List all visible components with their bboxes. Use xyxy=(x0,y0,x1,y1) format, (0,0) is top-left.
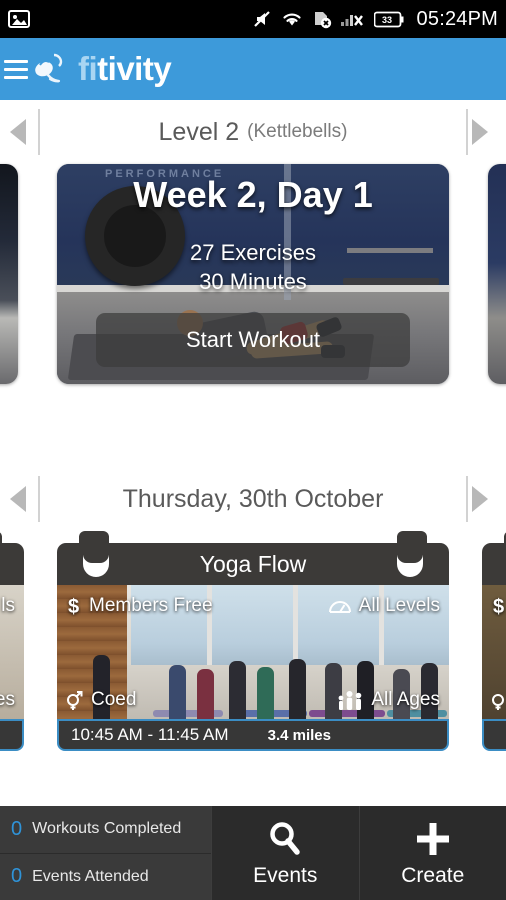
status-bar: 33 05:24PM xyxy=(0,0,506,38)
event-gender-row: Coed xyxy=(66,689,136,711)
events-date-title: Thursday, 30th October xyxy=(122,484,384,513)
workout-card-current[interactable]: PERFORMANCE Week 2, Day 1 27 Exercises 3… xyxy=(57,164,449,384)
events-prev-arrow-icon[interactable] xyxy=(10,486,34,512)
header-divider-right xyxy=(466,109,468,155)
brand-prefix: fi xyxy=(78,50,98,87)
event-gender: Coed xyxy=(91,689,137,710)
hanger-notch-right-icon xyxy=(397,555,423,577)
brand-logo-text: fitivity xyxy=(78,50,172,88)
event-card-next[interactable]: $ xyxy=(482,531,506,751)
status-bar-right: 33 05:24PM xyxy=(252,8,498,31)
workouts-completed-count: 0 xyxy=(11,817,23,840)
app-bar: fitivity xyxy=(0,38,506,100)
workout-details: 27 Exercises 30 Minutes xyxy=(57,238,449,296)
plus-icon xyxy=(416,822,449,855)
status-bar-left xyxy=(8,9,30,29)
event-level-row: All Levels xyxy=(328,595,440,617)
start-workout-button[interactable]: Start Workout xyxy=(96,313,410,367)
event-card-footer: 10:45 AM - 11:45 AM 3.4 miles xyxy=(57,719,449,751)
svg-text:$: $ xyxy=(68,596,79,617)
battery-icon: 33 xyxy=(373,11,404,27)
workout-carousel: PERFORMANCE Week 2, Day 1 27 Exercises 3… xyxy=(0,164,506,389)
events-divider-left xyxy=(38,476,40,522)
nav-events-label: Events xyxy=(253,863,318,887)
workout-level-title: Level 2 xyxy=(158,117,240,146)
workout-exercise-count: 27 Exercises xyxy=(190,240,316,265)
event-distance: 3.4 miles xyxy=(267,726,331,744)
nav-button-create[interactable]: Create xyxy=(358,806,506,900)
kettlebell-logo-icon xyxy=(35,53,63,83)
event-card-header: Yoga Flow xyxy=(57,543,449,585)
bottom-navigation-bar: 0 Workouts Completed 0 Events Attended E… xyxy=(0,806,506,900)
event-price-row: $ Members Free xyxy=(66,595,213,617)
svg-text:$: $ xyxy=(493,596,504,617)
event-card-current[interactable]: Yoga Flow $ Members Free All Levels Coed… xyxy=(57,531,449,751)
coed-gender-icon xyxy=(492,694,504,710)
workout-duration: 30 Minutes xyxy=(199,269,307,294)
workout-card-next[interactable] xyxy=(488,164,506,384)
coed-gender-icon xyxy=(67,691,83,710)
workouts-completed-label: Workouts Completed xyxy=(32,820,182,838)
event-ages-row: All Ages xyxy=(336,689,440,711)
nav-button-events[interactable]: Events xyxy=(211,806,359,900)
gauge-icon xyxy=(328,601,351,613)
events-carousel: ls es Yoga Flow $ Members Free All Level… xyxy=(0,531,506,771)
dollar-icon: $ xyxy=(68,596,79,617)
signal-off-icon xyxy=(340,15,363,26)
search-icon xyxy=(270,821,300,855)
events-attended-count: 0 xyxy=(11,865,23,888)
workout-title: Week 2, Day 1 xyxy=(133,174,373,215)
event-title: Yoga Flow xyxy=(199,550,307,577)
status-bar-clock: 05:24PM xyxy=(416,7,498,30)
wifi-icon xyxy=(282,13,301,26)
stat-events-attended[interactable]: 0 Events Attended xyxy=(0,853,211,900)
battery-level-text: 33 xyxy=(382,15,392,25)
events-carousel-header: Thursday, 30th October xyxy=(0,467,506,531)
peek-right-gender-icon xyxy=(491,689,506,711)
event-level: All Levels xyxy=(358,595,440,616)
peek-left-level: ls xyxy=(1,595,15,616)
workout-prev-arrow-icon[interactable] xyxy=(10,119,34,145)
dollar-icon: $ xyxy=(493,596,504,617)
header-divider-left xyxy=(38,109,40,155)
event-price: Members Free xyxy=(89,595,213,616)
sim-card-off-icon xyxy=(314,12,331,29)
family-group-icon xyxy=(338,690,362,710)
event-card-previous[interactable]: ls es xyxy=(0,531,24,751)
nav-create-label: Create xyxy=(401,863,465,887)
hanger-notch-left-icon xyxy=(83,555,109,577)
peek-left-ages: es xyxy=(0,689,15,710)
brand-suffix: tivity xyxy=(97,50,172,87)
events-attended-label: Events Attended xyxy=(32,867,149,885)
peek-right-price-icon: $ xyxy=(491,595,506,617)
stat-workouts-completed[interactable]: 0 Workouts Completed xyxy=(0,806,211,854)
workout-card-overlay: Week 2, Day 1 27 Exercises 30 Minutes St… xyxy=(57,164,449,384)
events-next-arrow-icon[interactable] xyxy=(472,486,496,512)
image-icon xyxy=(8,10,30,28)
workout-card-previous[interactable] xyxy=(0,164,18,384)
event-ages: All Ages xyxy=(371,689,440,710)
app-root: 33 05:24PM fitivity Level 2 (Kettlebells… xyxy=(0,0,506,900)
events-divider-right xyxy=(466,476,468,522)
event-time: 10:45 AM - 11:45 AM xyxy=(71,725,229,744)
workout-carousel-header: Level 2 (Kettlebells) xyxy=(0,100,506,164)
workout-next-arrow-icon[interactable] xyxy=(472,119,496,145)
stats-panel: 0 Workouts Completed 0 Events Attended xyxy=(0,806,211,900)
workout-level-subtitle: (Kettlebells) xyxy=(247,121,348,142)
mute-icon xyxy=(253,11,270,27)
hamburger-menu-icon[interactable] xyxy=(2,59,28,79)
event-card-photo: $ Members Free All Levels Coed All Ages xyxy=(57,585,449,719)
